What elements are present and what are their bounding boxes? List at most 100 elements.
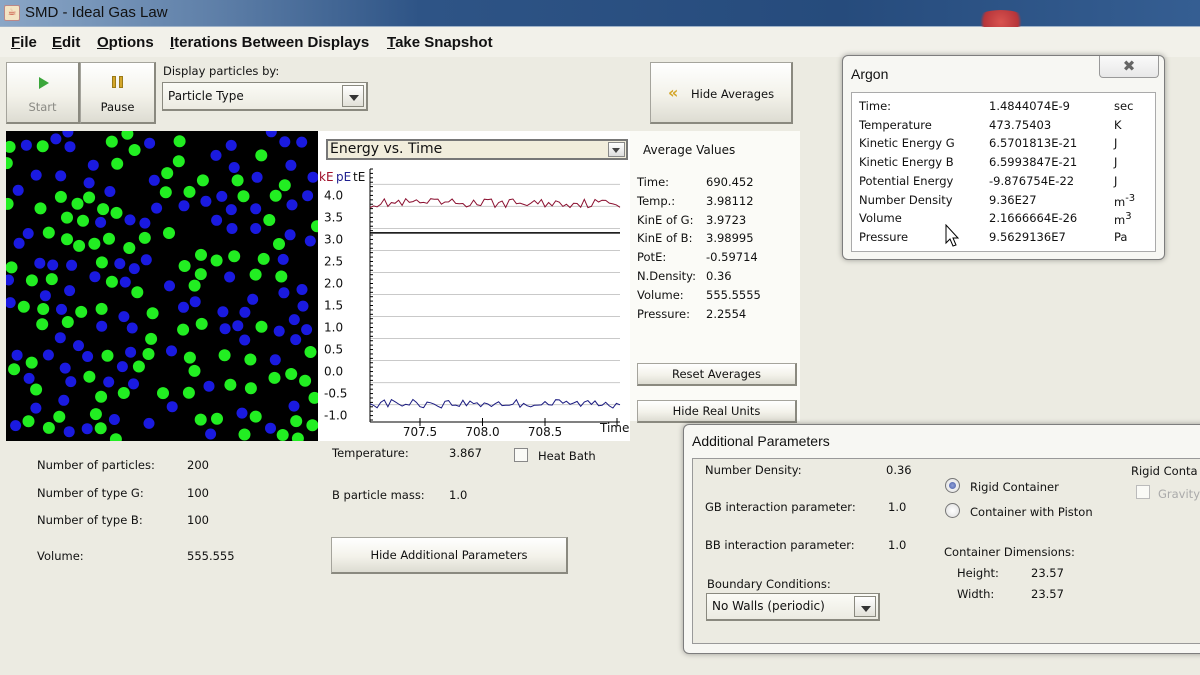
particle-g — [290, 415, 303, 428]
particle-g — [36, 140, 49, 153]
average-value: 2.2554 — [706, 306, 747, 321]
chevron-down-icon[interactable] — [342, 85, 364, 107]
y-tick-label: 2.5 — [324, 254, 343, 268]
series-line-pe — [369, 398, 621, 409]
menu-edit[interactable]: Edit — [52, 34, 80, 51]
particle-b — [178, 200, 190, 212]
y-axis-label-ke: kE — [319, 170, 334, 184]
argon-unit-exponent: 3 — [1125, 211, 1132, 223]
chart-type-select[interactable]: Energy vs. Time — [326, 139, 628, 160]
particle-b — [228, 162, 240, 173]
particle-b — [59, 362, 71, 374]
argon-unit-text: sec — [1114, 99, 1134, 113]
hide-additional-parameters-button[interactable]: Hide Additional Parameters — [331, 537, 568, 574]
average-value: 690.452 — [706, 175, 754, 189]
x-axis-label: Time — [599, 421, 629, 435]
particle-g — [77, 214, 89, 227]
boundary-conditions-select[interactable]: No Walls (periodic) — [706, 593, 880, 621]
particle-b — [128, 263, 140, 275]
reset-averages-button[interactable]: Reset Averages — [637, 363, 797, 386]
particle-b — [219, 323, 231, 335]
menu-file[interactable]: File — [11, 34, 37, 51]
window-title-bar[interactable]: ☕ SMD - Ideal Gas Law — [0, 0, 1200, 30]
average-label: Time: — [637, 175, 670, 189]
particle-b — [286, 199, 298, 211]
hide-real-units-button[interactable]: Hide Real Units — [637, 400, 797, 423]
chevron-down-icon[interactable] — [854, 596, 876, 617]
particle-b — [73, 340, 84, 352]
particle-b — [301, 324, 313, 336]
hide-averages-button[interactable]: « Hide Averages — [650, 62, 793, 124]
particle-g — [132, 360, 145, 373]
bb-interaction-value: 1.0 — [888, 538, 907, 552]
pause-button[interactable]: Pause — [80, 62, 156, 124]
boundary-conditions-label: Boundary Conditions: — [707, 577, 831, 591]
particle-b — [285, 159, 297, 171]
particle-b — [144, 137, 156, 149]
system-label: Number of particles: — [37, 458, 155, 472]
particle-b — [89, 271, 101, 283]
java-app-icon: ☕ — [4, 5, 20, 21]
argon-value: 9.5629136E7 — [989, 229, 1066, 244]
chart-type-value: Energy vs. Time — [330, 141, 443, 157]
argon-unit: sec — [1114, 99, 1133, 113]
chevron-down-icon[interactable] — [608, 142, 625, 157]
close-button[interactable]: ✖ — [1099, 56, 1159, 78]
particle-g — [249, 268, 262, 281]
menu-iterations-between-displays[interactable]: Iterations Between Displays — [170, 34, 369, 51]
particle-b — [119, 276, 131, 288]
argon-unit-text: J — [1114, 136, 1118, 151]
argon-unit-text: Pa — [1114, 229, 1128, 244]
particle-b — [66, 259, 78, 271]
number-density-value: 0.36 — [886, 463, 912, 477]
particle-g — [244, 382, 257, 395]
particle-simulation-canvas[interactable] — [6, 131, 318, 441]
particle-g — [159, 186, 172, 199]
average-label: PotE: — [637, 250, 667, 265]
argon-unit-text: J — [1114, 173, 1118, 188]
particle-g — [188, 364, 201, 377]
y-tick-label: 1.5 — [324, 299, 343, 313]
particle-g — [88, 237, 101, 250]
gb-interaction-label: GB interaction parameter: — [705, 500, 856, 514]
particle-g — [273, 238, 285, 250]
particle-b — [269, 354, 281, 366]
gravity-checkbox[interactable] — [1136, 485, 1150, 499]
particle-b — [54, 332, 66, 344]
particle-b — [55, 170, 67, 182]
additional-parameters-body: Number Density: 0.36 GB interaction para… — [692, 458, 1200, 644]
container-with-piston-radio[interactable] — [945, 503, 960, 518]
rigid-container-radio[interactable] — [945, 478, 960, 493]
argon-unit: m-3 — [1114, 193, 1135, 209]
particle-g — [83, 370, 96, 383]
argon-unit-text: K — [1114, 117, 1122, 132]
particle-g — [196, 174, 209, 187]
particle-b — [166, 401, 178, 413]
particle-g — [178, 260, 191, 272]
height-value: 23.57 — [1031, 566, 1064, 580]
particle-g — [110, 206, 123, 219]
particle-b — [216, 190, 228, 202]
particle-b — [148, 174, 160, 186]
heat-bath-checkbox[interactable] — [514, 448, 528, 462]
particle-g — [97, 203, 110, 216]
heat-bath-label: Heat Bath — [538, 449, 596, 463]
particle-g — [25, 356, 38, 369]
particle-g — [211, 412, 223, 425]
argon-value: 9.36E27 — [989, 192, 1037, 207]
menu-options[interactable]: Options — [97, 34, 154, 51]
particle-g — [311, 220, 318, 233]
particle-g — [6, 197, 14, 210]
menu-take-snapshot[interactable]: Take Snapshot — [387, 34, 493, 51]
particle-b — [6, 297, 16, 309]
particle-b — [250, 223, 262, 234]
display-particles-value: Particle Type — [168, 89, 244, 103]
particle-b — [139, 217, 151, 229]
pause-label: Pause — [100, 100, 135, 114]
particle-b — [108, 414, 120, 425]
particle-g — [257, 252, 270, 265]
display-particles-select[interactable]: Particle Type — [162, 82, 368, 111]
argon-unit-text: J — [1114, 155, 1118, 170]
start-button[interactable]: Start — [6, 62, 80, 124]
particle-g — [83, 191, 96, 204]
